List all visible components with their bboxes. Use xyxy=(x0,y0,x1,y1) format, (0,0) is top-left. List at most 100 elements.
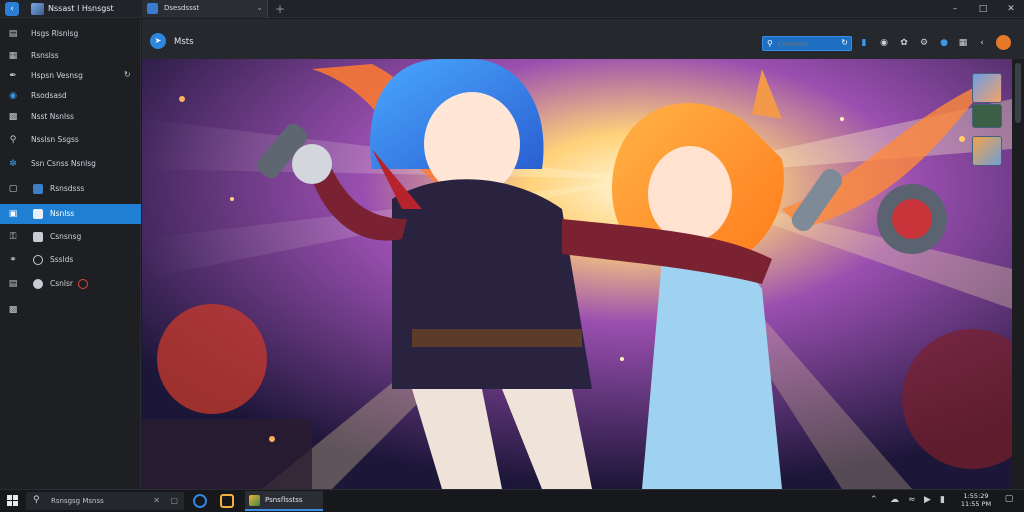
sidebar: ▤ Hsgs Rlsnlsg ▦ Rsnslss ✒ Hspsn Vesnsg … xyxy=(0,19,141,489)
taskbar-active-app[interactable]: Psnsflsstss xyxy=(245,491,323,511)
search-icon: ⚲ xyxy=(767,39,773,48)
sidebar-item-12[interactable]: ▩ xyxy=(0,300,141,320)
search-input[interactable] xyxy=(778,39,838,49)
sidebar-item-label: Nsslsn Ssgss xyxy=(31,135,79,144)
thumbnail-green-icon[interactable] xyxy=(972,104,1002,128)
sidebar-item-label: Rsnslss xyxy=(31,51,59,60)
save-icon: ▩ xyxy=(8,305,18,315)
taskbar: ⚲ Rsnsgsg Msnss ✕ ▢ Psnsflsstss ⌃ ☁ ≈ ▶ … xyxy=(0,489,1024,512)
sidebar-item-9[interactable]: ⚿ Csnsnsg xyxy=(0,227,141,247)
microphone-icon[interactable]: ▢ xyxy=(170,496,178,505)
taskbar-search[interactable]: ⚲ Rsnsgsg Msnss ✕ ▢ xyxy=(26,492,184,510)
key-icon: ⚿ xyxy=(9,232,17,242)
close-icon[interactable]: ✕ xyxy=(153,496,160,505)
windows-start-icon[interactable] xyxy=(7,495,19,507)
sidebar-item-11[interactable]: ▤ Csnlsr xyxy=(0,274,141,294)
tab-page-icon xyxy=(147,3,158,14)
page-title: Msts xyxy=(174,37,194,47)
sidebar-item-4[interactable]: ▩ Nsst Nsnlss xyxy=(0,107,141,127)
main-toolbar: ➤ Msts ⚲ ↻ ▮ ◉ ✿ ⚙ ● ▦ ‹ xyxy=(142,19,1024,59)
search-submit-icon[interactable]: ↻ xyxy=(841,38,848,47)
sidebar-item-0[interactable]: ▤ Hsgs Rlsnlsg xyxy=(0,24,141,44)
clock[interactable]: 1:55:29 11:55 PM xyxy=(958,492,994,508)
sidebar-item-label: Ssn Csnss Nsnlsg xyxy=(31,159,96,168)
sub-folder-icon xyxy=(33,184,43,194)
sidebar-item-1[interactable]: ▦ Rsnslss xyxy=(0,46,141,66)
sidebar-item-2[interactable]: ✒ Hspsn Vesnsg ↻ xyxy=(0,66,141,86)
document-icon: ▢ xyxy=(8,184,18,194)
scrollbar[interactable] xyxy=(1012,59,1024,489)
wifi-icon[interactable]: ≈ xyxy=(908,495,916,505)
sidebar-item-label: Hspsn Vesnsg xyxy=(31,71,83,80)
tab-label: Dsesdssst xyxy=(164,4,200,12)
sidebar-item-6[interactable]: ✼ Ssn Csnss Nsnlsg xyxy=(0,154,141,174)
refresh-icon[interactable]: ↻ xyxy=(124,70,131,79)
sub-folder-icon xyxy=(33,232,43,242)
chevron-up-icon[interactable]: ⌃ xyxy=(870,495,878,505)
app-logo-icon xyxy=(31,3,44,15)
sidebar-item-8[interactable]: ▣ Nsnlss xyxy=(0,204,141,224)
folder-icon: ▦ xyxy=(8,51,18,61)
volume-icon[interactable]: ▶ xyxy=(924,495,931,505)
scrollbar-thumb[interactable] xyxy=(1015,63,1021,123)
search-icon: ⚲ xyxy=(33,495,40,505)
settings-icon[interactable]: ▮ xyxy=(858,37,870,49)
photos-app-icon xyxy=(249,495,260,506)
notification-icon[interactable]: ▢ xyxy=(1002,494,1016,508)
close-icon[interactable]: ✕ xyxy=(1004,2,1018,16)
thumbnail-orange-hair-icon[interactable] xyxy=(972,136,1002,166)
edge-icon[interactable] xyxy=(193,494,207,508)
sidebar-item-label: Csnsnsg xyxy=(50,232,82,241)
orange-account-icon[interactable] xyxy=(996,35,1011,50)
chevron-down-icon[interactable]: ⌄ xyxy=(256,3,263,12)
sidebar-item-label: Nsst Nsnlss xyxy=(31,112,74,121)
clock-date: 11:55 PM xyxy=(960,500,992,508)
grid-icon[interactable]: ▦ xyxy=(957,37,969,49)
app-bird-icon: ➤ xyxy=(150,33,166,49)
battery-icon[interactable]: ▮ xyxy=(940,495,945,505)
app-title: Nssast l Hsnsgst xyxy=(48,4,114,13)
clock-time: 1:55:29 xyxy=(963,492,989,500)
taskbar-app-label: Psnsflsstss xyxy=(265,496,303,504)
sub-circle-icon xyxy=(33,255,43,265)
search-field[interactable]: ⚲ ↻ xyxy=(762,36,852,51)
profile-icon[interactable]: ‹ xyxy=(976,37,988,49)
sidebar-item-5[interactable]: ⚲ Nsslsn Ssgss xyxy=(0,130,141,150)
taskbar-search-text: Rsnsgsg Msnss xyxy=(51,497,104,505)
sub-folder-icon xyxy=(33,209,43,219)
maximize-icon[interactable]: □ xyxy=(976,2,990,16)
title-bar: ‹ Nssast l Hsnsgst Dsesdssst ⌄ + – □ ✕ xyxy=(0,0,1024,18)
screen-icon: ▤ xyxy=(8,29,18,39)
sidebar-item-label: Nsnlss xyxy=(50,209,75,218)
gallery-icon: ▣ xyxy=(8,209,18,219)
artwork-canvas xyxy=(142,59,1012,489)
new-tab-icon[interactable]: + xyxy=(272,1,288,17)
unread-icon[interactable]: ● xyxy=(938,37,950,49)
sidebar-item-label: Rsodsasd xyxy=(31,91,67,100)
chat-bubble-icon[interactable]: ◉ xyxy=(878,37,890,49)
sidebar-item-3[interactable]: ◉ Rsodsasd xyxy=(0,86,141,106)
minimize-icon[interactable]: – xyxy=(948,2,962,16)
sidebar-item-7[interactable]: ▢ Rsnsdsss xyxy=(0,179,141,199)
alert-icon xyxy=(78,279,88,289)
sidebar-item-label: Rsnsdsss xyxy=(50,184,85,193)
cloud-icon[interactable]: ☁ xyxy=(890,495,899,505)
back-icon[interactable]: ‹ xyxy=(5,2,19,16)
artwork-image xyxy=(142,59,1012,489)
thumbnail-blue-hair-icon[interactable] xyxy=(972,73,1002,103)
tab-dashboard[interactable]: Dsesdssst ⌄ xyxy=(142,0,268,18)
swirl-icon: ✼ xyxy=(9,159,17,169)
sidebar-item-10[interactable]: ⚭ Ssslds xyxy=(0,250,141,270)
sidebar-item-label: Ssslds xyxy=(50,255,74,264)
sidebar-item-label: Hsgs Rlsnlsg xyxy=(31,29,79,38)
bag-icon: ▤ xyxy=(8,279,18,289)
sidebar-item-label: Csnlsr xyxy=(50,279,73,288)
badge-icon[interactable]: ✿ xyxy=(898,37,910,49)
search-icon: ⚲ xyxy=(9,135,17,145)
brush-icon: ✒ xyxy=(9,71,17,81)
gear-icon[interactable]: ⚙ xyxy=(918,37,930,49)
globe-icon: ◉ xyxy=(9,91,17,101)
file-explorer-icon[interactable] xyxy=(220,494,234,508)
sub-circle-icon xyxy=(33,279,43,289)
link-icon: ⚭ xyxy=(9,255,17,265)
